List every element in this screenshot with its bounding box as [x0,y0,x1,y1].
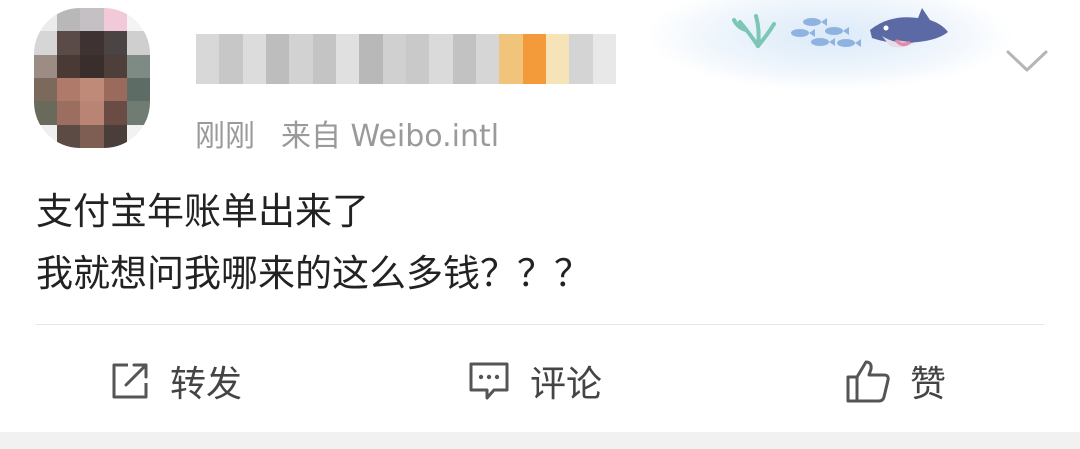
card-decoration-banner [650,0,1010,90]
post-text-line: 我就想问我哪来的这么多钱？？？ [36,252,591,295]
share-box-arrow-icon [112,363,148,399]
divider [36,324,1044,325]
post-meta: 刚刚 来自 Weibo.intl [195,111,499,155]
comment-button[interactable]: 评论 [466,350,602,412]
post-source: 来自 Weibo.intl [281,119,500,154]
post-text-line: 支付宝年账单出来了 [36,190,369,233]
repost-button[interactable]: 转发 [108,350,242,412]
thumbs-up-icon [846,360,890,403]
shark-decoration-icon [732,8,948,48]
like-button[interactable]: 赞 [844,350,946,412]
chevron-down-icon[interactable] [1002,44,1052,78]
speech-bubble-icon [469,362,509,400]
comment-label: 评论 [530,364,603,405]
username-blurred[interactable] [196,34,616,84]
post-timestamp: 刚刚 [195,119,255,154]
card-separator [0,432,1080,449]
avatar[interactable] [34,8,150,148]
repost-label: 转发 [170,364,243,405]
like-label: 赞 [910,364,947,405]
action-bar: 转发 评论 赞 [0,350,1080,412]
post-content: 支付宝年账单出来了 我就想问我哪来的这么多钱？？？ [36,181,591,305]
